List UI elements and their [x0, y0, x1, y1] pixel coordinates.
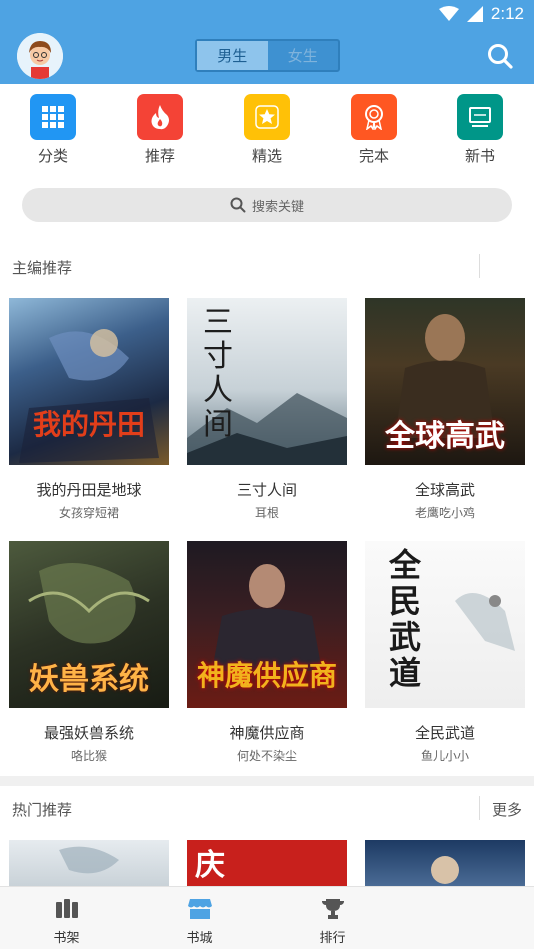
- book-card[interactable]: 妖兽系统 最强妖兽系统 咯比猴: [9, 541, 169, 764]
- category-xinshu[interactable]: 新书: [442, 94, 518, 166]
- wifi-icon: [438, 6, 459, 21]
- book-title: 神魔供应商: [229, 724, 305, 742]
- store-icon: [187, 899, 212, 919]
- book-title: 我的丹田是地球: [36, 481, 142, 499]
- category-row: 分类 推荐 精选 完本 新书: [0, 94, 534, 174]
- category-label: 推荐: [144, 147, 175, 165]
- star-icon: [244, 94, 290, 140]
- section-header-hot: 热门推荐 更多: [0, 786, 534, 830]
- book-cover[interactable]: [9, 840, 169, 886]
- book-card[interactable]: 三寸人间 三寸人间 耳根: [187, 298, 347, 521]
- category-label: 精选: [251, 147, 282, 165]
- book-card[interactable]: 全球高武 全球高武 老鹰吃小鸡: [365, 298, 525, 521]
- bookshelf-icon: [55, 899, 78, 918]
- trophy-icon: [321, 899, 344, 919]
- search-icon[interactable]: [486, 42, 514, 70]
- book-cover: 神魔供应商: [187, 541, 347, 708]
- avatar-image: [17, 33, 63, 79]
- section-separator: [0, 776, 534, 786]
- flame-icon: [137, 94, 183, 140]
- book-author: 鱼儿小小: [420, 749, 469, 763]
- book-card[interactable]: 全民武道 全民武道 鱼儿小小: [365, 541, 525, 764]
- book-cover[interactable]: [365, 840, 525, 886]
- app-header: 男生 女生: [0, 28, 534, 84]
- gender-toggle: 男生 女生: [195, 39, 340, 72]
- book-title: 三寸人间: [236, 481, 297, 499]
- book-cover[interactable]: 庆: [187, 840, 347, 886]
- book-title: 最强妖兽系统: [43, 724, 134, 742]
- nav-label: 书城: [186, 931, 213, 946]
- category-label: 完本: [358, 147, 389, 165]
- search-placeholder: 搜索关键: [251, 199, 304, 215]
- category-jingxuan[interactable]: 精选: [229, 94, 305, 166]
- section-header-editor-picks: 主编推荐: [0, 244, 534, 288]
- book-title: 全民武道: [414, 724, 475, 742]
- section-title: 主编推荐: [12, 259, 73, 277]
- book-cover: 全球高武: [365, 298, 525, 465]
- status-bar: 2:12: [0, 0, 534, 28]
- book-author: 耳根: [254, 506, 279, 520]
- status-time: 2:12: [490, 4, 524, 23]
- nav-label: 排行: [319, 931, 346, 946]
- signal-icon: [466, 6, 483, 22]
- section-title: 热门推荐: [12, 801, 73, 819]
- book-card[interactable]: 我的丹田 我的丹田是地球 女孩穿短裙: [9, 298, 169, 521]
- book-cover: 三寸人间: [187, 298, 347, 465]
- book-author: 女孩穿短裙: [58, 506, 119, 520]
- category-label: 新书: [464, 147, 495, 165]
- bottom-nav: 书架 书城 排行: [0, 886, 534, 949]
- search-icon: [230, 197, 246, 213]
- avatar[interactable]: [17, 33, 63, 79]
- nav-more[interactable]: [399, 887, 534, 949]
- category-fenlei[interactable]: 分类: [15, 94, 91, 166]
- category-wanben[interactable]: 完本: [336, 94, 412, 166]
- monitor-icon: [457, 94, 503, 140]
- tab-female[interactable]: 女生: [268, 41, 339, 70]
- book-author: 老鹰吃小鸡: [414, 506, 475, 520]
- ribbon-icon: [351, 94, 397, 140]
- tab-male[interactable]: 男生: [197, 41, 268, 70]
- nav-bookshelf[interactable]: 书架: [0, 887, 133, 949]
- book-title: 全球高武: [414, 481, 475, 499]
- section-divider: [479, 254, 480, 278]
- section-divider: [479, 796, 480, 820]
- book-cover: 我的丹田: [9, 298, 169, 465]
- book-author: 何处不染尘: [236, 749, 297, 763]
- book-author: 咯比猴: [70, 749, 107, 763]
- nav-label: 书架: [53, 931, 80, 946]
- category-label: 分类: [37, 147, 68, 165]
- category-tuijian[interactable]: 推荐: [122, 94, 198, 166]
- nav-ranking[interactable]: 排行: [266, 887, 399, 949]
- book-cover: 全民武道: [365, 541, 525, 708]
- search-bar[interactable]: 搜索关键: [22, 188, 512, 222]
- book-cover: 妖兽系统: [9, 541, 169, 708]
- nav-store[interactable]: 书城: [133, 887, 266, 949]
- book-card[interactable]: 神魔供应商 神魔供应商 何处不染尘: [187, 541, 347, 764]
- more-link[interactable]: 更多: [492, 799, 522, 820]
- grid-icon: [30, 94, 76, 140]
